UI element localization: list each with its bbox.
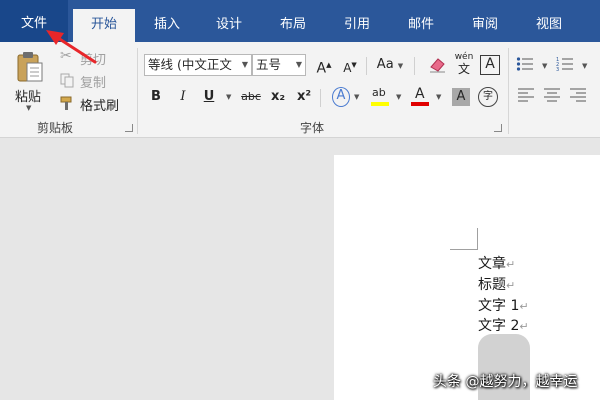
font-dialog-launcher[interactable] [494, 124, 502, 132]
chevron-down-icon[interactable]: ▼ [26, 104, 31, 112]
tab-insert[interactable]: 插入 [138, 9, 196, 42]
font-size-combo[interactable]: 五号 ▼ [252, 54, 306, 76]
strikethrough-button[interactable]: abc [238, 87, 264, 107]
document-line[interactable]: 标题↵ [478, 274, 515, 294]
character-shading-label: A [456, 89, 466, 104]
bullets-icon[interactable] [516, 56, 534, 72]
align-left-icon[interactable] [518, 88, 534, 102]
tab-references[interactable]: 引用 [328, 9, 386, 42]
highlight-color-bar [371, 102, 389, 106]
format-painter-icon [60, 96, 72, 110]
tab-view[interactable]: 视图 [520, 9, 578, 42]
grow-font-label: A [316, 60, 327, 77]
document-line-text: 文字 1 [478, 298, 520, 314]
document-line[interactable]: 文字 2↵ [478, 315, 529, 335]
cut-label: 剪切 [80, 53, 107, 68]
font-group-label: 字体 [300, 121, 325, 135]
phonetic-guide-button[interactable]: wén 文 [452, 52, 476, 80]
tab-home[interactable]: 开始 [73, 9, 135, 42]
superscript-button[interactable]: x² [294, 87, 314, 107]
copy-label: 复制 [80, 76, 107, 91]
watermark: 头条 @越努力，越幸运 [433, 374, 578, 390]
character-border-button[interactable]: A [480, 55, 500, 75]
clear-formatting-icon[interactable] [428, 55, 448, 75]
grow-font-button[interactable]: A▲ [312, 55, 336, 77]
document-line[interactable]: 文字 1↵ [478, 295, 529, 315]
scissors-icon: ✂ [60, 48, 72, 64]
character-shading-button[interactable]: A [452, 88, 470, 106]
font-name-value: 等线 (中文正文 [148, 57, 232, 72]
paragraph-mark: ↵ [506, 258, 516, 271]
shrink-font-button[interactable]: A▼ [338, 55, 362, 75]
bold-button[interactable]: B [147, 87, 165, 107]
change-case-button[interactable]: Aa ▼ [372, 55, 408, 75]
align-right-icon[interactable] [570, 88, 586, 102]
text-effects-button[interactable]: A [332, 87, 350, 107]
divider [320, 89, 321, 107]
change-case-label: Aa [376, 57, 394, 72]
enclose-characters-label: 字 [483, 91, 493, 102]
cut-button[interactable]: ✂ 剪切 [58, 48, 128, 68]
highlight-label: ab [372, 86, 386, 99]
copy-icon [60, 73, 74, 88]
font-color-label: A [415, 86, 425, 102]
align-center-icon[interactable] [544, 88, 560, 102]
divider [414, 57, 415, 75]
chevron-down-icon[interactable]: ▼ [296, 55, 302, 75]
chevron-down-icon[interactable]: ▼ [436, 93, 441, 101]
group-divider [137, 48, 138, 134]
tab-review[interactable]: 审阅 [456, 9, 514, 42]
paragraph-mark: ↵ [506, 279, 516, 292]
divider [366, 57, 367, 75]
font-name-combo[interactable]: 等线 (中文正文 ▼ [144, 54, 252, 76]
chevron-down-icon[interactable]: ▼ [542, 62, 547, 70]
document-line-text: 文字 2 [478, 318, 520, 334]
character-border-label: A [485, 56, 495, 72]
format-painter-button[interactable]: 格式刷 [58, 94, 133, 114]
ribbon-home: 粘贴 ▼ ✂ 剪切 复制 格式刷 剪贴板 等线 (中文正文 ▼ 五号 ▼ A▲ … [0, 42, 600, 138]
enclose-characters-button[interactable]: 字 [478, 87, 498, 107]
tab-layout[interactable]: 布局 [264, 9, 322, 42]
chevron-down-icon[interactable]: ▼ [582, 62, 587, 70]
pinyin-label: wén [454, 52, 474, 62]
document-line-text: 文章 [478, 256, 506, 272]
font-color-button[interactable]: A [410, 86, 432, 108]
font-color-bar [411, 102, 429, 106]
chevron-down-icon[interactable]: ▼ [242, 55, 248, 75]
margin-crop-mark [450, 228, 478, 250]
document-line-text: 标题 [478, 277, 506, 293]
paste-button[interactable]: 粘贴 ▼ [10, 50, 48, 116]
chevron-down-icon[interactable]: ▼ [398, 62, 403, 70]
ribbon-tab-bar: 文件 开始 插入 设计 布局 引用 邮件 审阅 视图 [0, 0, 600, 42]
copy-button[interactable]: 复制 [58, 71, 128, 91]
document-line[interactable]: 文章↵ [478, 253, 515, 273]
text-effects-label: A [336, 88, 346, 103]
paste-icon [17, 52, 43, 82]
paragraph-mark: ↵ [519, 300, 529, 313]
clipboard-group-label: 剪贴板 [37, 121, 74, 135]
pinyin-char: 文 [457, 62, 470, 76]
font-size-value: 五号 [256, 57, 282, 72]
document-page[interactable] [334, 155, 600, 400]
subscript-button[interactable]: x₂ [268, 87, 288, 107]
underline-button[interactable]: U [200, 87, 218, 107]
clipboard-dialog-launcher[interactable] [125, 124, 133, 132]
group-divider [508, 48, 509, 134]
tab-design[interactable]: 设计 [200, 9, 258, 42]
italic-button[interactable]: I [174, 87, 192, 107]
svg-text:3: 3 [556, 67, 559, 72]
chevron-down-icon[interactable]: ▼ [226, 93, 231, 101]
tab-mailings[interactable]: 邮件 [392, 9, 450, 42]
chevron-down-icon[interactable]: ▼ [354, 93, 359, 101]
tab-file[interactable]: 文件 [0, 0, 68, 42]
chevron-down-icon[interactable]: ▼ [396, 93, 401, 101]
format-painter-label: 格式刷 [80, 99, 120, 114]
paragraph-mark: ↵ [519, 320, 529, 333]
numbering-icon[interactable]: 1 2 3 [556, 56, 574, 72]
paste-label: 粘贴 [15, 90, 42, 105]
highlight-button[interactable]: ab [370, 86, 392, 108]
